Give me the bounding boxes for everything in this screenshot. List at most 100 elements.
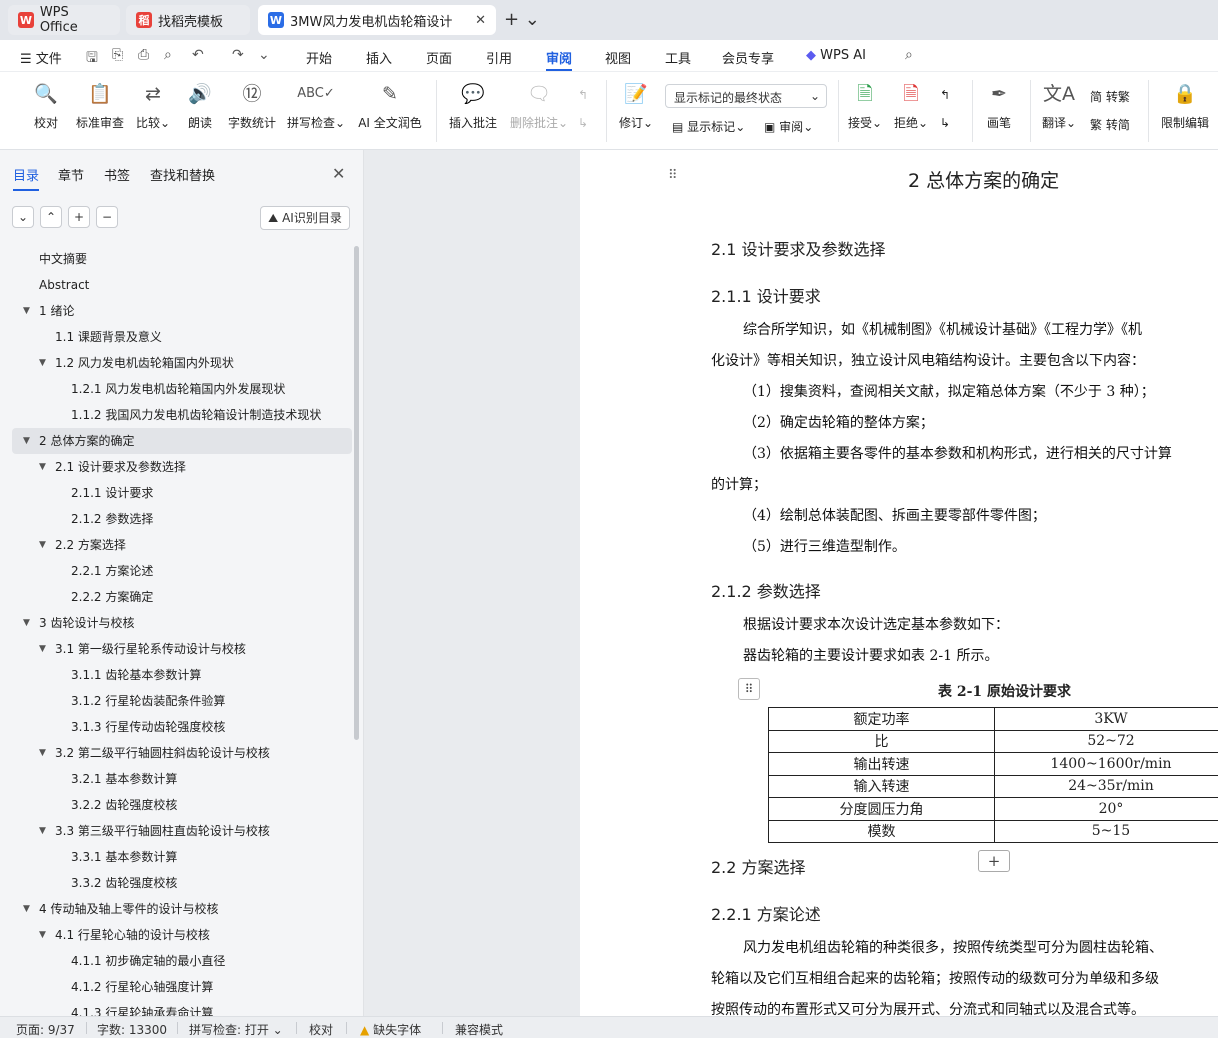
read-aloud-button[interactable]: 🔊 朗读 [184, 80, 216, 131]
param-name-cell[interactable]: 模数 [768, 819, 995, 843]
document-page[interactable]: ⠿ 2 总体方案的确定 2.1 设计要求及参数选择 2.1.1 设计要求 综合所… [580, 150, 1218, 1016]
nav-scrollbar[interactable] [354, 246, 359, 740]
tab-wps-office[interactable]: W WPS Office [8, 5, 120, 35]
next-comment-icon[interactable]: ↳ [578, 116, 588, 130]
design-requirements-table[interactable]: 额定功率 3KW 比 52~72 输出转速 1400~1600r/min 输入转速 24~35… [768, 707, 1218, 843]
toc-item[interactable]: 2.2.2 方案确定 [12, 584, 352, 610]
to-simplified-button[interactable]: 繁 转简 [1090, 116, 1130, 133]
toc-item[interactable]: 1.1 课题背景及意义 [12, 324, 352, 350]
new-tab-icon[interactable]: + ⌄ [504, 9, 540, 30]
menu-insert[interactable]: 插入 [366, 48, 392, 67]
toc-item[interactable]: 中文摘要 [12, 246, 352, 272]
delete-comment-button[interactable]: 🗨 删除批注⌄ [508, 80, 570, 131]
ai-toc-button[interactable]: ⛰ AI识别目录 [260, 206, 350, 230]
toc-item[interactable]: 1.2.1 风力发电机齿轮箱国内外发展现状 [12, 376, 352, 402]
nav-tab-find-replace[interactable]: 查找和替换 [150, 165, 215, 184]
param-value-cell[interactable]: 20° [994, 797, 1218, 821]
add-row-icon[interactable]: + [978, 850, 1010, 872]
page-indicator[interactable]: 页面: 9/37 [16, 1021, 75, 1038]
menu-review[interactable]: 审阅 [546, 48, 573, 71]
toc-item[interactable]: 4.1.2 行星轮心轴强度计算 [12, 974, 352, 1000]
toc-item[interactable]: 3.2.2 齿轮强度校核 [12, 792, 352, 818]
expand-arrow-icon[interactable]: ▼ [39, 740, 46, 766]
proofread-button[interactable]: 🔍 校对 [28, 80, 64, 131]
toc-item[interactable]: ▼ 1.2 风力发电机齿轮箱国内外现状 [12, 350, 352, 376]
tab-template[interactable]: 稻 找稻壳模板 [126, 5, 250, 35]
toc-item[interactable]: ▼ 3.1 第一级行星轮系传动设计与校核 [12, 636, 352, 662]
expand-arrow-icon[interactable]: ▼ [39, 350, 46, 376]
expand-arrow-icon[interactable]: ▼ [39, 922, 46, 948]
search-icon[interactable]: ⌕ [905, 47, 913, 63]
word-count-button[interactable]: ⑫ 字数统计 [226, 80, 278, 131]
menu-page[interactable]: 页面 [426, 48, 452, 67]
toc-item[interactable]: Abstract [12, 272, 352, 298]
save-icon[interactable]: 🖫 [86, 47, 98, 71]
toc-item[interactable]: 2.1.2 参数选择 [12, 506, 352, 532]
toc-item[interactable]: ▼ 3.3 第三级平行轴圆柱直齿轮设计与校核 [12, 818, 352, 844]
add-heading-icon[interactable]: + [68, 206, 90, 228]
toc-item[interactable]: 3.3.2 齿轮强度校核 [12, 870, 352, 896]
toc-item[interactable]: ▼ 2.2 方案选择 [12, 532, 352, 558]
toc-item[interactable]: 2.2.1 方案论述 [12, 558, 352, 584]
toc-item[interactable]: 3.3.1 基本参数计算 [12, 844, 352, 870]
revise-button[interactable]: 📝 修订⌄ [616, 80, 656, 131]
toc-item[interactable]: 3.1.2 行星轮齿装配条件验算 [12, 688, 352, 714]
menu-start[interactable]: 开始 [306, 48, 332, 67]
expand-arrow-icon[interactable]: ▼ [39, 532, 46, 558]
table-handle-icon[interactable]: ⠿ [738, 678, 760, 700]
std-review-button[interactable]: 📋 标准审查 [74, 80, 126, 131]
accept-button[interactable]: 🗎 接受⌄ [846, 80, 884, 131]
param-name-cell[interactable]: 输出转速 [768, 752, 995, 776]
ai-polish-button[interactable]: ✎ AI 全文润色 [356, 80, 424, 131]
expand-arrow-icon[interactable]: ▼ [39, 818, 46, 844]
param-value-cell[interactable]: 1400~1600r/min [994, 752, 1218, 776]
show-marks-button[interactable]: ▤ 显示标记⌄ [672, 118, 745, 135]
prev-comment-icon[interactable]: ↰ [578, 88, 588, 102]
toc-item[interactable]: ▼ 2 总体方案的确定 [12, 428, 352, 454]
toc-item[interactable]: 3.1.3 行星传动齿轮强度校核 [12, 714, 352, 740]
pen-button[interactable]: ✒ 画笔 [982, 80, 1016, 131]
display-mode-select[interactable]: 显示标记的最终状态 ⌄ [665, 84, 827, 108]
expand-arrow-icon[interactable]: ▼ [23, 298, 30, 324]
toc-item[interactable]: ▼ 4 传动轴及轴上零件的设计与校核 [12, 896, 352, 922]
redo-icon[interactable]: ↷ [232, 47, 244, 63]
toc-item[interactable]: 3.1.1 齿轮基本参数计算 [12, 662, 352, 688]
next-change-icon[interactable]: ↳ [940, 116, 950, 130]
toc-item[interactable]: 2.1.1 设计要求 [12, 480, 352, 506]
missing-font-status[interactable]: ▲ 缺失字体 [360, 1021, 421, 1038]
review-pane-button[interactable]: ▣ 审阅⌄ [764, 118, 813, 135]
reject-button[interactable]: 🗎 拒绝⌄ [892, 80, 930, 131]
menu-view[interactable]: 视图 [605, 48, 631, 67]
collapse-icon[interactable]: ⌄ [12, 206, 34, 228]
nav-tab-bookmarks[interactable]: 书签 [104, 165, 130, 184]
undo-icon[interactable]: ↶ [192, 47, 204, 63]
compare-button[interactable]: ⇄ 比较⌄ [134, 80, 172, 131]
expand-arrow-icon[interactable]: ▼ [23, 610, 30, 636]
menu-member[interactable]: 会员专享 [722, 48, 774, 67]
param-name-cell[interactable]: 输入转速 [768, 774, 995, 798]
expand-arrow-icon[interactable]: ▼ [39, 454, 46, 480]
word-count-indicator[interactable]: 字数: 13300 [97, 1021, 167, 1038]
toc-item[interactable]: 4.1.1 初步确定轴的最小直径 [12, 948, 352, 974]
drag-handle-icon[interactable]: ⠿ [668, 168, 678, 183]
menu-reference[interactable]: 引用 [486, 48, 512, 67]
close-icon[interactable]: ✕ [332, 164, 345, 183]
proofread-status[interactable]: 校对 [309, 1021, 333, 1038]
menu-wps-ai[interactable]: ◆ WPS AI [806, 48, 866, 63]
toc-item[interactable]: 3.2.1 基本参数计算 [12, 766, 352, 792]
translate-button[interactable]: 文A 翻译⌄ [1040, 80, 1078, 131]
remove-heading-icon[interactable]: − [96, 206, 118, 228]
tab-document[interactable]: W 3MW风力发电机齿轮箱设计 ✕ [258, 5, 496, 35]
prev-change-icon[interactable]: ↰ [940, 88, 950, 102]
more-icon[interactable]: ⌄ [258, 47, 270, 63]
nav-tab-toc[interactable]: 目录 [13, 165, 40, 191]
restrict-edit-button[interactable]: 🔒 限制编辑 [1158, 80, 1212, 131]
expand-arrow-icon[interactable]: ▼ [23, 428, 30, 454]
toc-item[interactable]: ▼ 1 绪论 [12, 298, 352, 324]
param-name-cell[interactable]: 比 [768, 729, 995, 753]
to-traditional-button[interactable]: 简 转繁 [1090, 88, 1130, 105]
param-value-cell[interactable]: 5~15 [994, 819, 1218, 843]
param-value-cell[interactable]: 52~72 [994, 729, 1218, 753]
expand-arrow-icon[interactable]: ▼ [23, 896, 30, 922]
param-value-cell[interactable]: 3KW [994, 707, 1218, 731]
